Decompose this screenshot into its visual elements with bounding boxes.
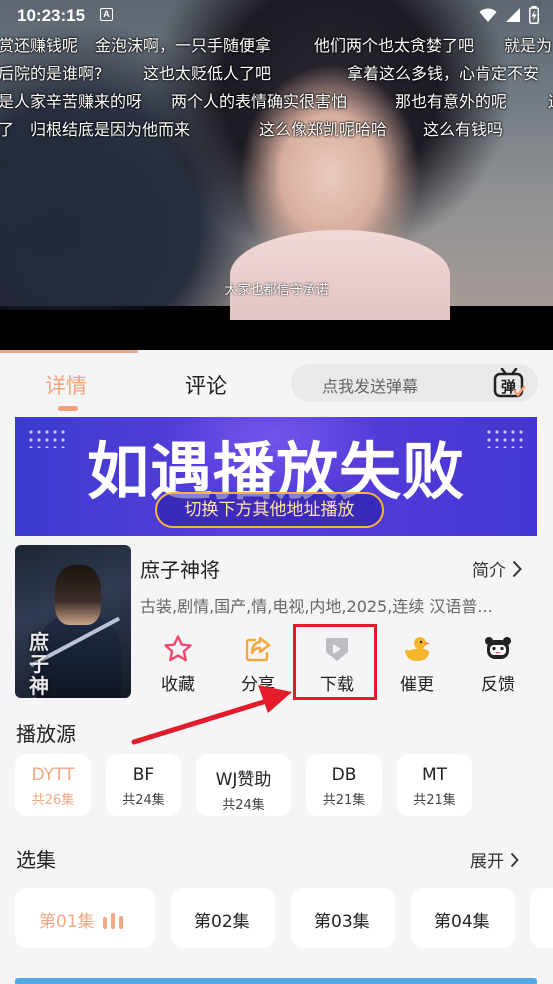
danmaku-comment: 这也太贬低人了吧 xyxy=(143,64,272,83)
danmaku-comment: 两个人的表情确实很害怕 xyxy=(171,92,348,111)
episode-1[interactable]: 第01集 xyxy=(15,888,155,948)
battery-icon xyxy=(529,6,539,24)
danmaku-comment: 是人家辛苦赚来的呀 xyxy=(0,92,143,111)
duck-icon xyxy=(405,637,430,661)
source-count: 共26集 xyxy=(31,793,75,808)
danmaku-send-input[interactable]: 点我发送弹幕 弹 xyxy=(291,364,538,402)
episode-3[interactable]: 第03集 xyxy=(291,888,395,948)
source-dytt[interactable]: DYTT 共26集 xyxy=(15,754,91,816)
danmaku-comment: 了 xyxy=(0,120,15,139)
app-screen: 10:23:15 A 赏还赚钱呢 金泡沫啊，一只手随便拿 他们两个也太贪婪了吧 … xyxy=(0,0,553,984)
danmaku-comment: 后院的是谁啊? xyxy=(0,64,103,83)
now-playing-icon xyxy=(103,913,123,929)
feedback-button[interactable]: 反馈 xyxy=(463,628,533,695)
tab-details[interactable]: 详情 xyxy=(45,370,87,400)
source-bf[interactable]: BF 共24集 xyxy=(106,754,181,816)
danmaku-comment: 拿着这么多钱，心肯定不安 xyxy=(347,64,540,83)
share-button[interactable]: 分享 xyxy=(223,628,293,695)
source-db[interactable]: DB 共21集 xyxy=(306,754,382,816)
danmaku-comment: 就是为 xyxy=(504,36,553,55)
episode-label: 第03集 xyxy=(314,912,370,932)
chevron-right-icon xyxy=(510,852,519,867)
sources-title: 播放源 xyxy=(16,722,76,746)
download-highlight-box xyxy=(293,624,377,700)
show-poster[interactable]: 庶子神将 xyxy=(15,545,131,698)
status-time: 10:23:15 xyxy=(17,6,86,25)
episode-2[interactable]: 第02集 xyxy=(171,888,275,948)
star-icon xyxy=(164,635,192,662)
source-name: BF xyxy=(132,765,155,785)
danmaku-comment: 这 xyxy=(548,88,553,112)
source-count: 共21集 xyxy=(413,793,456,808)
synopsis-label: 简介 xyxy=(472,561,506,581)
video-subtitle: 大家也都信守承诺 xyxy=(224,283,329,298)
source-wj[interactable]: WJ赞助 共24集 xyxy=(196,754,291,816)
bottom-banner-edge xyxy=(15,978,537,984)
show-tags: 古装,剧情,国产,情,电视,内地,2025,连续 汉语普... xyxy=(140,597,493,616)
playback-progress[interactable] xyxy=(0,350,138,353)
episode-label: 第02集 xyxy=(194,912,250,932)
favorite-label: 收藏 xyxy=(161,675,195,695)
poster-title: 庶子神将 xyxy=(29,630,49,698)
source-name: WJ赞助 xyxy=(215,770,272,790)
wifi-icon xyxy=(479,8,497,22)
source-name: MT xyxy=(421,765,448,785)
source-mt[interactable]: MT 共21集 xyxy=(397,754,472,816)
chevron-right-icon xyxy=(512,560,522,577)
episode-4[interactable]: 第04集 xyxy=(411,888,515,948)
episode-label: 第01集 xyxy=(39,912,95,932)
tab-comments[interactable]: 评论 xyxy=(185,370,227,400)
video-player[interactable]: 10:23:15 A 赏还赚钱呢 金泡沫啊，一只手随便拿 他们两个也太贪婪了吧 … xyxy=(0,0,553,350)
episodes-expand-button[interactable]: 展开 xyxy=(470,847,519,872)
feedback-label: 反馈 xyxy=(481,675,515,695)
synopsis-link[interactable]: 简介 xyxy=(472,556,522,581)
danmaku-comment: 金泡沫啊，一只手随便拿 xyxy=(95,36,272,55)
danmaku-icon-text: 弹 xyxy=(501,378,516,396)
source-count: 共24集 xyxy=(122,793,165,808)
danmaku-comment: 这么有钱吗 xyxy=(423,120,504,139)
episodes-title: 选集 xyxy=(16,848,56,872)
show-title: 庶子神将 xyxy=(140,558,220,582)
active-tab-indicator xyxy=(58,406,78,411)
source-name: DYTT xyxy=(31,765,75,785)
danmaku-comment: 他们两个也太贪婪了吧 xyxy=(314,36,475,55)
episode-label: 第04集 xyxy=(434,912,490,932)
status-icons xyxy=(479,6,539,24)
feedback-face-icon xyxy=(485,637,511,659)
favorite-button[interactable]: 收藏 xyxy=(143,628,213,695)
status-bar: 10:23:15 A xyxy=(0,0,553,30)
danmaku-comment: 归根结底是因为他而来 xyxy=(30,120,191,139)
source-count: 共24集 xyxy=(222,798,265,813)
urge-update-label: 催更 xyxy=(400,675,434,695)
danmaku-input-placeholder: 点我发送弹幕 xyxy=(322,377,419,396)
source-count: 共21集 xyxy=(322,793,366,808)
share-label: 分享 xyxy=(241,675,275,695)
episode-next-partial[interactable] xyxy=(530,888,553,948)
danmaku-comment: 赏还赚钱呢 xyxy=(0,36,79,55)
danmaku-toggle-icon[interactable]: 弹 xyxy=(492,368,526,400)
share-icon xyxy=(245,636,271,662)
source-name: DB xyxy=(331,765,357,785)
danmaku-comment: 那也有意外的呢 xyxy=(395,92,508,111)
banner-subtitle: 切换下方其他地址播放 xyxy=(155,492,384,528)
notification-icon: A xyxy=(100,8,113,21)
urge-update-button[interactable]: 催更 xyxy=(382,628,452,695)
signal-icon xyxy=(506,8,520,22)
playback-tip-banner[interactable]: 如遇播放失败 切换下方其他地址播放 xyxy=(15,417,537,536)
expand-label: 展开 xyxy=(470,852,504,872)
danmaku-comment: 这么像郑凯呢哈哈 xyxy=(259,120,388,139)
